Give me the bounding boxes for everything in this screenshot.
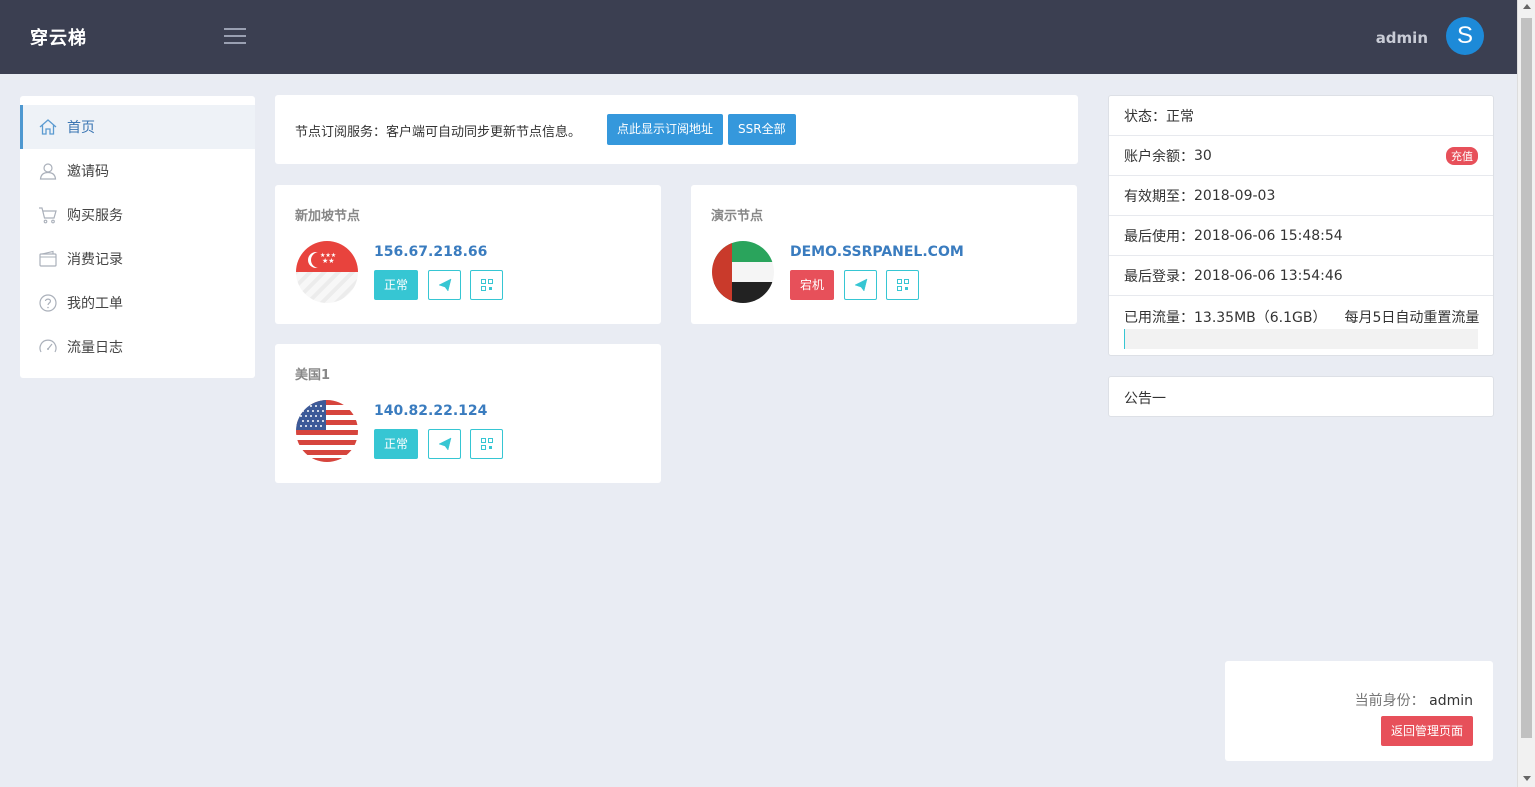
account-balance-row: 账户余额： 30 充值 (1109, 136, 1493, 176)
uae-flag-icon (712, 241, 774, 303)
expire-value: 2018-09-03 (1194, 187, 1276, 204)
balance-label: 账户余额： (1124, 148, 1194, 165)
scroll-thumb[interactable] (1521, 18, 1532, 738)
expire-label: 有效期至： (1124, 188, 1194, 205)
balance-value: 30 (1194, 147, 1212, 164)
menu-toggle-icon[interactable] (224, 28, 246, 46)
qrcode-icon (480, 438, 493, 450)
traffic-progress-fill (1124, 329, 1125, 349)
node-card-demo: 演示节点 DEMO.SSRPANEL.COM 宕机 (691, 185, 1077, 324)
node-status-badge[interactable]: 宕机 (790, 270, 835, 300)
sidebar-item-consumption-records[interactable]: 消费记录 (20, 237, 255, 281)
node-address[interactable]: 156.67.218.66 (374, 244, 487, 260)
subscribe-description: 节点订阅服务：客户端可自动同步更新节点信息。 (295, 125, 582, 140)
user-name[interactable]: admin (1376, 29, 1428, 47)
sidebar-menu: 首页 邀请码 购买服务 消费记录 我的工单 流量日志 (20, 96, 255, 378)
status-label: 状态： (1124, 108, 1166, 125)
qrcode-icon (480, 279, 493, 291)
sidebar-item-label: 购买服务 (67, 208, 123, 224)
account-traffic-row: 已用流量： 13.35MB（6.1GB） 每月5日自动重置流量 (1109, 296, 1493, 349)
sidebar-item-invite-code[interactable]: 邀请码 (20, 149, 255, 193)
node-title: 演示节点 (711, 209, 764, 224)
user-avatar[interactable]: S (1446, 17, 1484, 55)
node-status-badge[interactable]: 正常 (374, 270, 419, 300)
node-address[interactable]: 140.82.22.124 (374, 403, 487, 419)
show-subscribe-url-button[interactable]: 点此显示订阅地址 (607, 114, 724, 145)
home-icon (38, 117, 58, 137)
node-card-usa: 美国1 140.82.22.124 正常 (275, 344, 661, 483)
current-identity: 当前身份： admin (1355, 690, 1473, 710)
top-navbar: 穿云梯 admin S (0, 0, 1517, 74)
sidebar-item-label: 消费记录 (67, 252, 123, 268)
scroll-down-arrow-icon[interactable] (1523, 776, 1531, 781)
qrcode-icon (896, 279, 909, 291)
user-icon (38, 161, 58, 181)
account-status-row: 状态： 正常 (1109, 96, 1493, 136)
notice-title[interactable]: 公告一 (1124, 388, 1166, 408)
sidebar-item-buy-service[interactable]: 购买服务 (20, 193, 255, 237)
account-last-login-row: 最后登录： 2018-06-06 13:54:46 (1109, 256, 1493, 296)
identity-name: admin (1429, 693, 1473, 709)
speedometer-icon (38, 337, 58, 357)
subscribe-panel: 节点订阅服务：客户端可自动同步更新节点信息。 点此显示订阅地址 SSR全部 (275, 95, 1078, 164)
sidebar-item-tickets[interactable]: 我的工单 (20, 281, 255, 325)
cart-icon (38, 205, 58, 225)
usa-flag-icon (296, 400, 358, 462)
node-card-singapore: 新加坡节点 ★★ ★★★ 156.67.218.66 正常 (275, 185, 661, 324)
qrcode-button[interactable] (470, 429, 503, 459)
telegram-share-button[interactable] (844, 270, 877, 300)
scroll-up-arrow-icon[interactable] (1523, 4, 1531, 9)
traffic-value: 13.35MB（6.1GB） (1194, 310, 1327, 326)
last-used-value: 2018-06-06 15:48:54 (1194, 227, 1343, 244)
node-title: 美国1 (295, 368, 331, 383)
page-scrollbar[interactable] (1517, 0, 1535, 787)
sidebar-item-label: 我的工单 (67, 296, 123, 312)
paper-plane-icon (437, 278, 451, 292)
qrcode-button[interactable] (470, 270, 503, 300)
node-status-badge[interactable]: 正常 (374, 429, 419, 459)
sidebar-item-home[interactable]: 首页 (20, 105, 255, 149)
notice-panel[interactable]: 公告一 (1108, 376, 1494, 417)
last-login-label: 最后登录： (1124, 268, 1194, 285)
account-info-panel: 状态： 正常 账户余额： 30 充值 有效期至： 2018-09-03 最后使用… (1108, 95, 1494, 356)
telegram-share-button[interactable] (428, 270, 461, 300)
sidebar-item-label: 首页 (67, 120, 95, 136)
traffic-label: 已用流量： (1124, 310, 1194, 326)
sidebar-item-label: 邀请码 (67, 164, 109, 180)
identity-label: 当前身份： (1354, 693, 1425, 709)
identity-panel: 当前身份： admin 返回管理页面 (1225, 661, 1493, 761)
account-expire-row: 有效期至： 2018-09-03 (1109, 176, 1493, 216)
node-title: 新加坡节点 (295, 209, 361, 224)
wallet-icon (38, 249, 58, 269)
account-last-used-row: 最后使用： 2018-06-06 15:48:54 (1109, 216, 1493, 256)
traffic-reset-note: 每月5日自动重置流量 (1344, 310, 1480, 326)
last-login-value: 2018-06-06 13:54:46 (1194, 267, 1343, 284)
paper-plane-icon (437, 437, 451, 451)
node-address[interactable]: DEMO.SSRPANEL.COM (790, 244, 964, 260)
paper-plane-icon (853, 278, 867, 292)
svg-text:★★★: ★★★ (320, 252, 336, 259)
traffic-progress-bar (1124, 329, 1478, 349)
recharge-button[interactable]: 充值 (1446, 147, 1478, 165)
telegram-share-button[interactable] (428, 429, 461, 459)
singapore-flag-icon: ★★ ★★★ (296, 241, 358, 303)
sidebar-item-label: 流量日志 (67, 340, 123, 356)
last-used-label: 最后使用： (1124, 228, 1194, 245)
site-logo[interactable]: 穿云梯 (30, 24, 87, 50)
qrcode-button[interactable] (886, 270, 919, 300)
sidebar-item-traffic-log[interactable]: 流量日志 (20, 325, 255, 369)
status-value: 正常 (1166, 108, 1194, 125)
back-to-admin-button[interactable]: 返回管理页面 (1380, 716, 1473, 746)
question-icon (38, 293, 58, 313)
ssr-all-button[interactable]: SSR全部 (728, 114, 796, 145)
